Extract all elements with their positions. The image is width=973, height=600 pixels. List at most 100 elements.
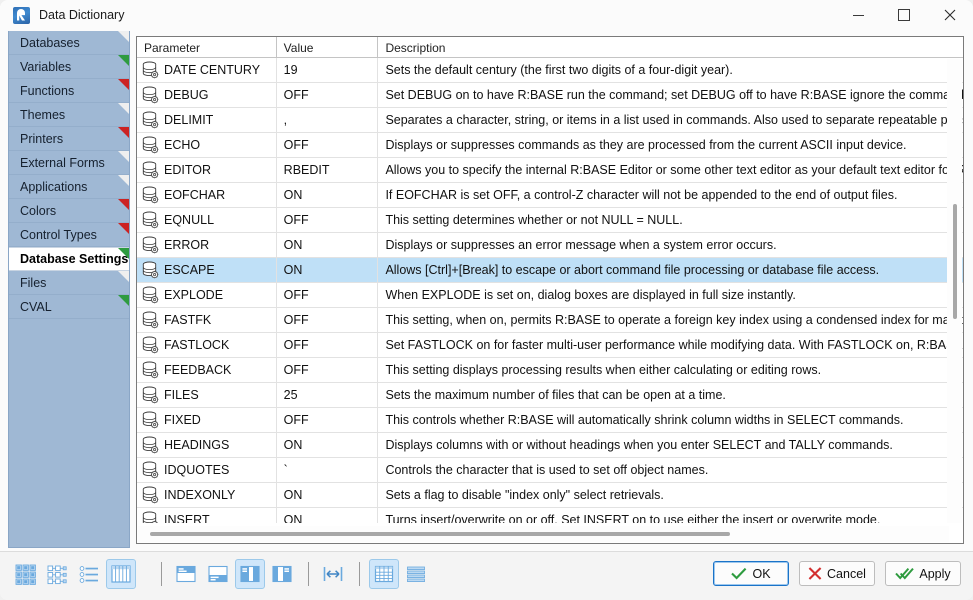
cell-description[interactable]: Sets the maximum number of files that ca…	[378, 383, 963, 407]
cell-parameter[interactable]: INSERT	[137, 508, 277, 523]
table-row[interactable]: EXPLODE OFF When EXPLODE is set on, dialog…	[137, 283, 963, 308]
sidebar-item-database-settings[interactable]: Database Settings	[9, 247, 129, 271]
cell-description[interactable]: Sets a flag to disable "index only" sele…	[378, 483, 963, 507]
cell-parameter[interactable]: EOFCHAR	[137, 183, 277, 207]
category-sidebar[interactable]: Databases Variables Functions Themes Printer…	[8, 31, 130, 548]
cell-value[interactable]: OFF	[277, 133, 379, 157]
column-header-description[interactable]: Description	[378, 37, 963, 58]
cell-description[interactable]: Displays columns with or without heading…	[378, 433, 963, 457]
layout-left-panel-icon[interactable]	[235, 559, 265, 589]
cell-description[interactable]: Separates a character, string, or items …	[378, 108, 963, 132]
cell-parameter[interactable]: DATE CENTURY	[137, 58, 277, 82]
table-row[interactable]: FASTLOCK OFF Set FASTLOCK on for faster mu…	[137, 333, 963, 358]
cell-description[interactable]: If EOFCHAR is set OFF, a control-Z chara…	[378, 183, 963, 207]
horizontal-scrollbar[interactable]	[138, 526, 949, 542]
cell-value[interactable]: OFF	[277, 208, 379, 232]
vertical-scrollbar[interactable]	[947, 59, 962, 523]
cell-value[interactable]: ON	[277, 183, 379, 207]
cell-parameter[interactable]: ERROR	[137, 233, 277, 257]
table-row[interactable]: ERROR ON Displays or suppresses an error m…	[137, 233, 963, 258]
table-row[interactable]: EOFCHAR ON If EOFCHAR is set OFF, a contro…	[137, 183, 963, 208]
cell-description[interactable]: This setting, when on, permits R:BASE to…	[378, 308, 963, 332]
cell-parameter[interactable]: FILES	[137, 383, 277, 407]
column-header-value[interactable]: Value	[277, 37, 379, 58]
cell-value[interactable]: ON	[277, 508, 379, 523]
layout-right-panel-icon[interactable]	[267, 559, 297, 589]
cell-description[interactable]: Set DEBUG on to have R:BASE run the comm…	[378, 83, 963, 107]
cell-value[interactable]: 19	[277, 58, 379, 82]
cell-parameter[interactable]: FASTLOCK	[137, 333, 277, 357]
table-row[interactable]: EDITOR RBEDIT Allows you to specify the in…	[137, 158, 963, 183]
sidebar-item-themes[interactable]: Themes	[9, 103, 129, 127]
layout-top-panel-icon[interactable]	[171, 559, 201, 589]
cell-value[interactable]: ,	[277, 108, 379, 132]
large-icons-view-icon[interactable]	[10, 559, 40, 589]
cell-parameter[interactable]: DEBUG	[137, 83, 277, 107]
cell-parameter[interactable]: IDQUOTES	[137, 458, 277, 482]
cell-parameter[interactable]: ESCAPE	[137, 258, 277, 282]
cell-value[interactable]: OFF	[277, 308, 379, 332]
cell-parameter[interactable]: FIXED	[137, 408, 277, 432]
cell-description[interactable]: When EXPLODE is set on, dialog boxes are…	[378, 283, 963, 307]
cell-parameter[interactable]: EXPLODE	[137, 283, 277, 307]
maximize-button[interactable]	[881, 0, 927, 30]
table-row[interactable]: EQNULL OFF This setting determines whether…	[137, 208, 963, 233]
minimize-button[interactable]	[835, 0, 881, 30]
table-row[interactable]: DELIMIT, Separates a character, string, o…	[137, 108, 963, 133]
cell-value[interactable]: OFF	[277, 333, 379, 357]
sidebar-item-cval[interactable]: CVAL	[9, 295, 129, 319]
sidebar-item-functions[interactable]: Functions	[9, 79, 129, 103]
cell-value[interactable]: 25	[277, 383, 379, 407]
cell-parameter[interactable]: DELIMIT	[137, 108, 277, 132]
cell-parameter[interactable]: EQNULL	[137, 208, 277, 232]
fit-width-icon[interactable]	[318, 559, 348, 589]
cell-parameter[interactable]: HEADINGS	[137, 433, 277, 457]
sidebar-item-files[interactable]: Files	[9, 271, 129, 295]
detail-list-view-icon[interactable]	[74, 559, 104, 589]
table-row[interactable]: INDEXONLY ON Sets a flag to disable "index…	[137, 483, 963, 508]
cell-value[interactable]: ON	[277, 483, 379, 507]
table-row[interactable]: ECHO OFF Displays or suppresses commands a…	[137, 133, 963, 158]
table-row[interactable]: DEBUG OFF Set DEBUG on to have R:BASE run …	[137, 83, 963, 108]
apply-button[interactable]: Apply	[885, 561, 961, 586]
vertical-scrollbar-thumb[interactable]	[953, 204, 957, 319]
show-row-lines-icon[interactable]	[401, 559, 431, 589]
close-button[interactable]	[927, 0, 973, 30]
cell-value[interactable]: ON	[277, 433, 379, 457]
cell-value[interactable]: OFF	[277, 408, 379, 432]
cell-description[interactable]: This setting displays processing results…	[378, 358, 963, 382]
grid-body[interactable]: DATE CENTURY 19 Sets the default century (…	[137, 58, 963, 523]
table-row[interactable]: FIXED OFF This controls whether R:BASE wil…	[137, 408, 963, 433]
sidebar-item-colors[interactable]: Colors	[9, 199, 129, 223]
cell-value[interactable]: OFF	[277, 83, 379, 107]
cell-value[interactable]: ON	[277, 233, 379, 257]
sidebar-item-control-types[interactable]: Control Types	[9, 223, 129, 247]
cancel-button[interactable]: Cancel	[799, 561, 875, 586]
table-row[interactable]: HEADINGS ON Displays columns with or witho…	[137, 433, 963, 458]
cell-description[interactable]: Displays or suppresses an error message …	[378, 233, 963, 257]
cell-parameter[interactable]: FASTFK	[137, 308, 277, 332]
grid-columns-view-icon[interactable]	[106, 559, 136, 589]
cell-value[interactable]: ON	[277, 258, 379, 282]
sidebar-item-databases[interactable]: Databases	[9, 31, 129, 55]
cell-description[interactable]: Set FASTLOCK on for faster multi-user pe…	[378, 333, 963, 357]
cell-description[interactable]: Allows you to specify the internal R:BAS…	[378, 158, 963, 182]
ok-button[interactable]: OK	[713, 561, 789, 586]
cell-description[interactable]: Controls the character that is used to s…	[378, 458, 963, 482]
cell-parameter[interactable]: EDITOR	[137, 158, 277, 182]
table-row[interactable]: FILES 25 Sets the maximum number of files …	[137, 383, 963, 408]
cell-description[interactable]: This controls whether R:BASE will automa…	[378, 408, 963, 432]
cell-value[interactable]: OFF	[277, 358, 379, 382]
cell-parameter[interactable]: ECHO	[137, 133, 277, 157]
table-row[interactable]: DATE CENTURY 19 Sets the default century (…	[137, 58, 963, 83]
table-row[interactable]: FEEDBACK OFF This setting displays process…	[137, 358, 963, 383]
cell-parameter[interactable]: FEEDBACK	[137, 358, 277, 382]
horizontal-scrollbar-thumb[interactable]	[150, 532, 730, 536]
sidebar-item-applications[interactable]: Applications	[9, 175, 129, 199]
cell-value[interactable]: OFF	[277, 283, 379, 307]
cell-description[interactable]: Allows [Ctrl]+[Break] to escape or abort…	[378, 258, 963, 282]
sidebar-item-variables[interactable]: Variables	[9, 55, 129, 79]
layout-bottom-panel-icon[interactable]	[203, 559, 233, 589]
table-row[interactable]: IDQUOTES ` Controls the character that is …	[137, 458, 963, 483]
cell-value[interactable]: `	[277, 458, 379, 482]
